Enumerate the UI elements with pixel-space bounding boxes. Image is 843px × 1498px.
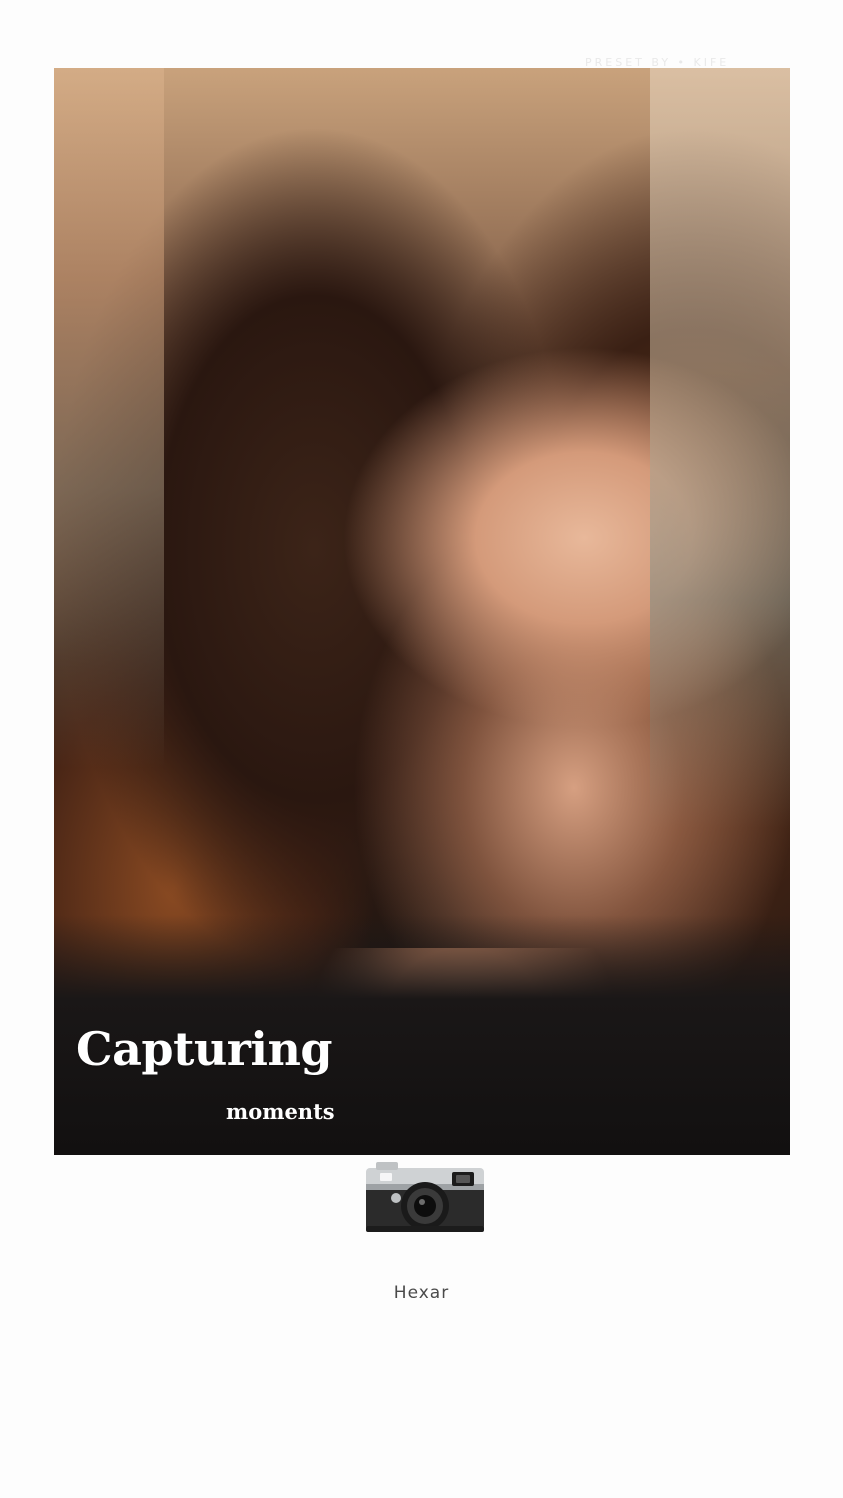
portrait-photo (54, 68, 790, 1155)
photo-background-right (650, 68, 790, 828)
camera-icon (366, 1162, 484, 1232)
story-card: PRESET BY • KIFE Capturing moments Hexar (0, 0, 843, 1498)
photo-background-left (54, 68, 164, 768)
subline-text: moments (226, 1099, 335, 1124)
camera-label: Hexar (393, 1283, 450, 1303)
headline-text: Capturing (76, 1022, 333, 1076)
